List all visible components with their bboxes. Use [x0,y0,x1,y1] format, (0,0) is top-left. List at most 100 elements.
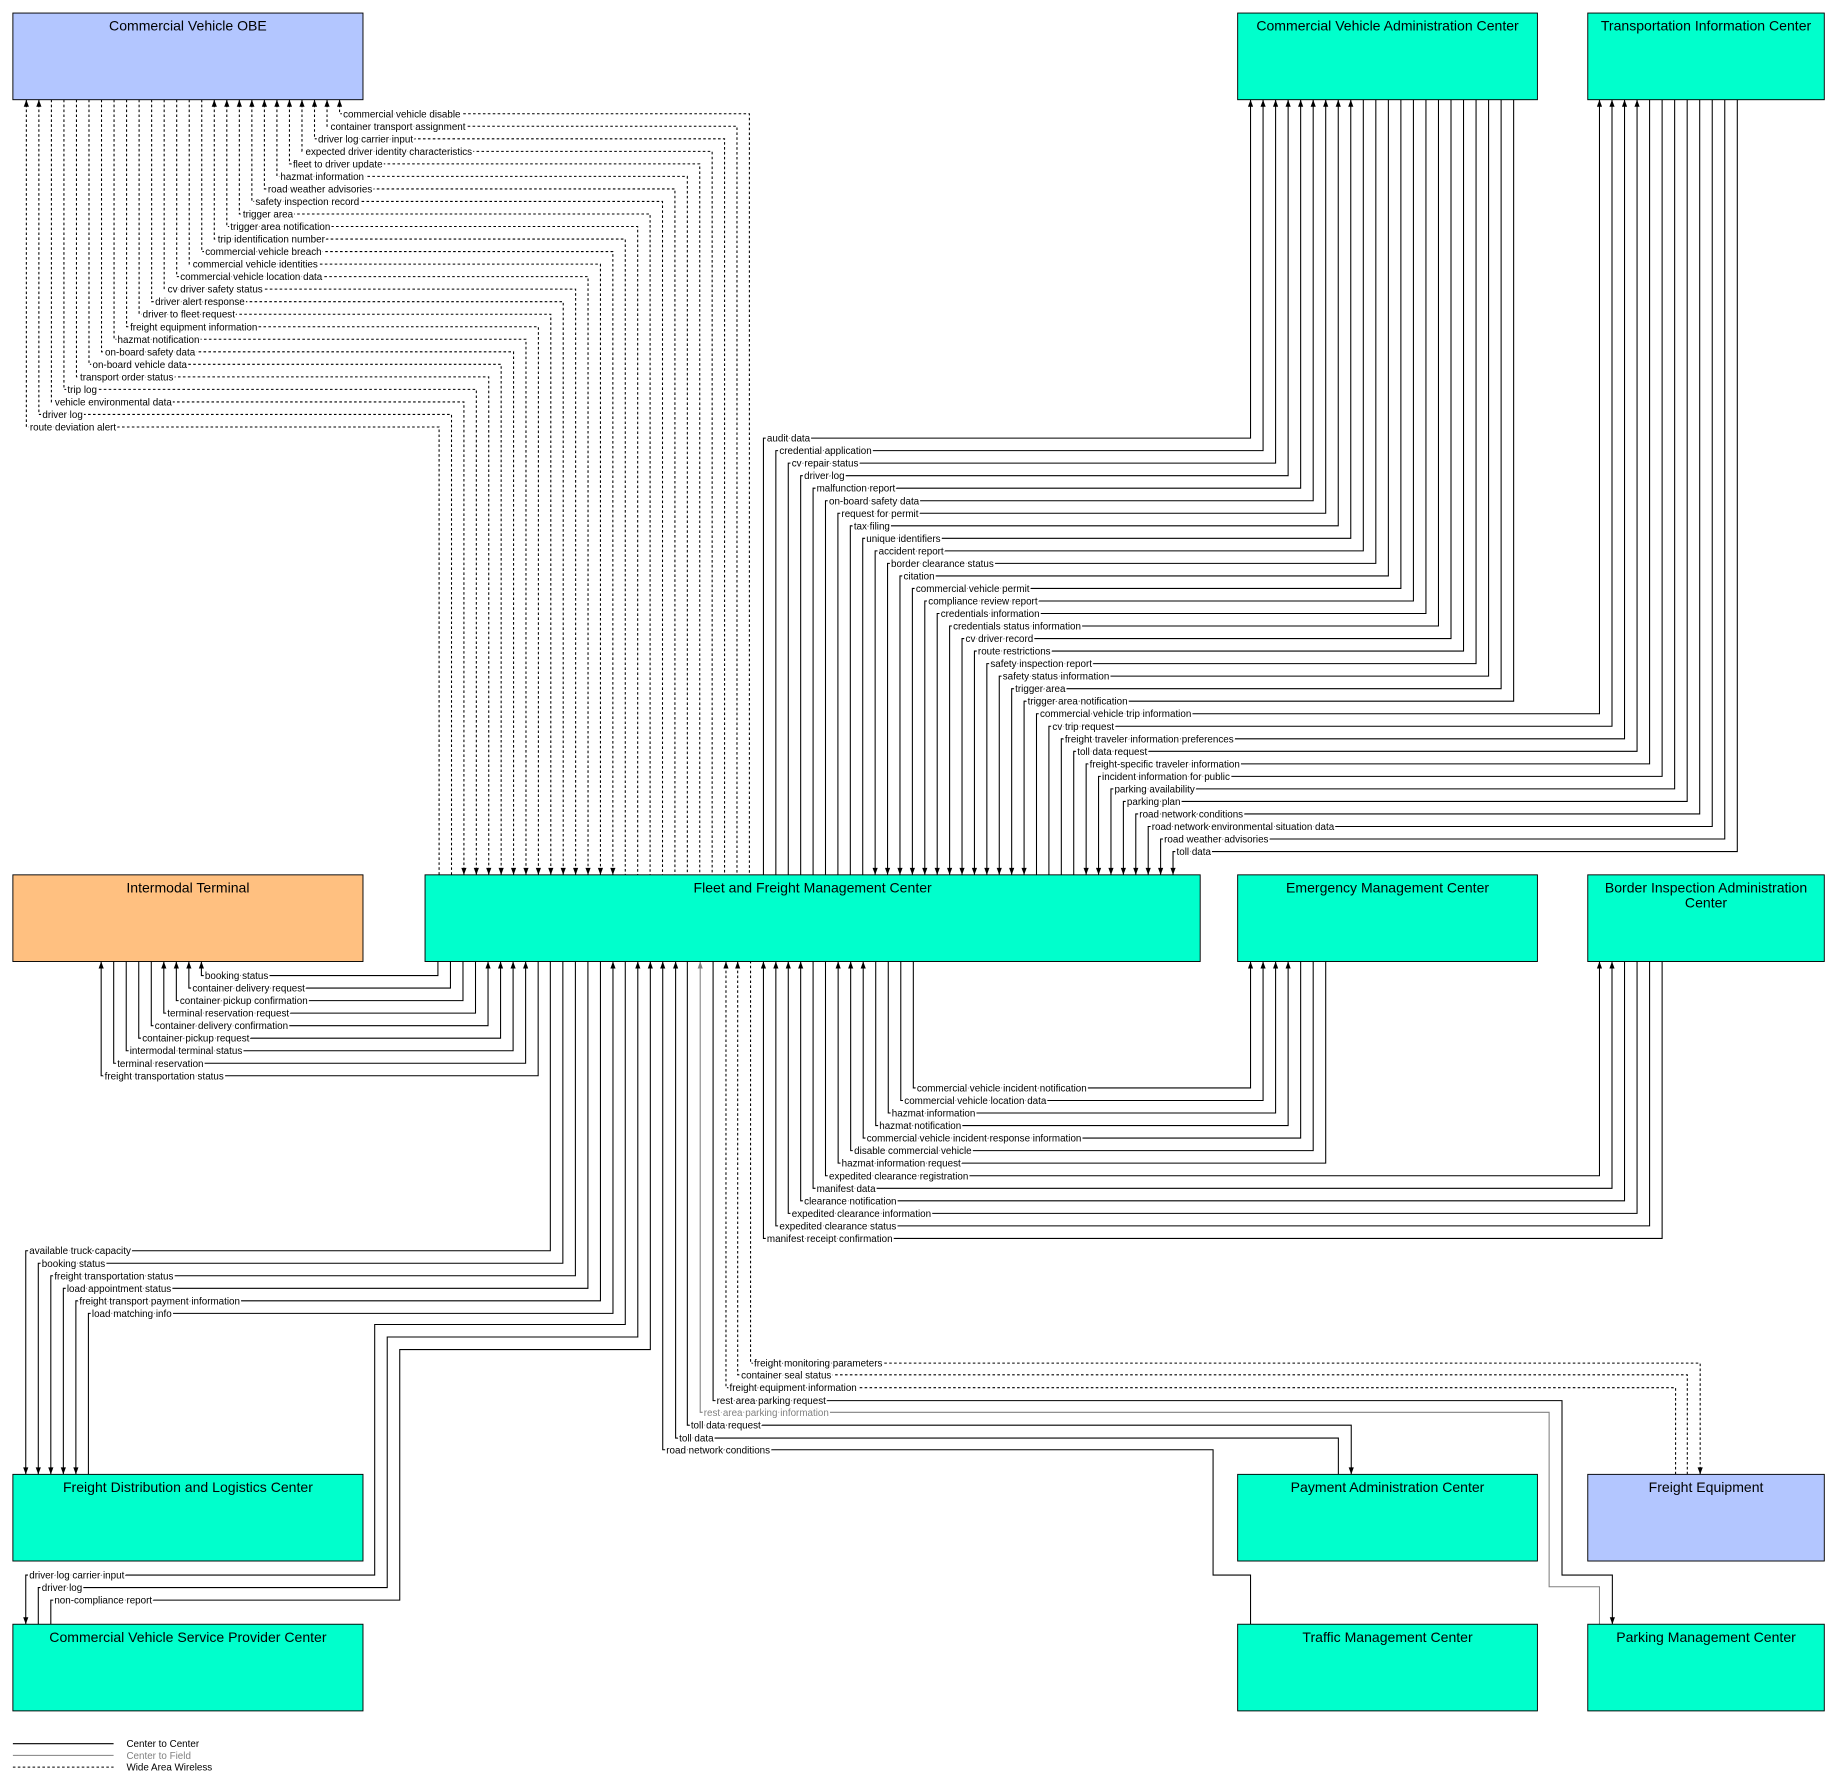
flow-label: incident information for public [1102,772,1230,783]
flow-line[interactable] [912,961,1252,1089]
flow-label: commercial vehicle incident response inf… [867,1134,1082,1145]
arrowhead-icon [1133,867,1139,875]
flow-label: parking availability [1114,784,1194,795]
flow-label: container delivery request [192,984,305,995]
arrowhead-icon [971,867,978,875]
flow-label: freight equipment information [729,1383,856,1394]
node-fdlc[interactable]: Freight Distribution and Logistics Cente… [12,1473,364,1562]
arrowhead-icon [1083,867,1089,875]
arrowhead-icon [1310,99,1316,107]
flow-line[interactable] [339,99,750,875]
flow-label: hazmat notification [118,335,200,346]
arrowhead-icon [573,867,579,875]
flow-label: load matching info [92,1309,172,1320]
flow-label: driver to fleet request [143,310,236,321]
flow-line[interactable] [176,99,589,875]
arrowhead-icon [673,961,679,969]
arrowhead-icon [523,867,529,875]
arrowhead-icon [23,1467,29,1475]
arrowhead-icon [1609,961,1615,969]
arrowhead-icon [98,961,104,969]
arrowhead-icon [798,961,804,969]
arrowhead-icon [60,1467,66,1475]
flow-line[interactable] [25,99,440,875]
flow-line[interactable] [126,99,539,875]
arrowhead-icon [497,961,504,969]
flow-line[interactable] [113,99,527,875]
arrowhead-icon [173,961,179,969]
arrowhead-icon [909,867,915,875]
flow-label: rest area parking information [704,1408,829,1419]
flow-label: driver log [42,1583,82,1594]
flow-label: container transport assignment [331,122,466,133]
arrowhead-icon [1170,867,1176,875]
flow-label: trigger area [243,209,294,220]
architecture-diagram: Commercial Vehicle OBE Commercial Vehicle… [0,0,1836,1786]
arrowhead-icon [224,99,230,107]
flow-line[interactable] [900,961,1264,1102]
flow-label: toll data request [691,1421,761,1432]
arrowhead-icon [274,99,280,107]
node-tmc[interactable]: Traffic Management Center [1237,1623,1538,1712]
flow-label: road network environmental situation dat… [1152,822,1335,833]
flow-label: cv driver safety status [168,285,263,296]
flow-label: freight transport payment information [79,1296,240,1307]
arrowhead-icon [1323,99,1329,107]
node-it[interactable]: Intermodal Terminal [12,874,364,962]
node-pac[interactable]: Payment Administration Center [1237,1473,1538,1562]
arrowhead-icon [36,99,42,107]
flow-label: fleet to driver update [293,159,383,170]
node-cvac[interactable]: Commercial Vehicle Administration Center [1237,12,1538,101]
flow-line[interactable] [100,99,515,875]
node-ffmc[interactable]: Fleet and Freight Management Center [424,874,1201,962]
flow-label: hazmat information [280,172,364,183]
flow-label: road network conditions [666,1445,770,1456]
arrowhead-icon [535,867,541,875]
flow-line[interactable] [837,99,1327,875]
arrowhead-icon [610,961,616,969]
flow-label: freight transportation status [54,1271,173,1282]
flow-label: container pickup request [142,1034,249,1045]
flow-line[interactable] [88,99,502,875]
flow-label: safety inspection report [990,659,1092,670]
arrowhead-icon [1108,867,1114,875]
flow-label: driver log [42,410,82,421]
node-pmc[interactable]: Parking Management Center [1587,1623,1825,1712]
arrowhead-icon [1021,867,1027,875]
node-biac[interactable]: Border Inspection Administration Center [1587,874,1825,962]
arrowhead-icon [299,99,305,107]
flow-line[interactable] [824,99,1314,875]
flow-line[interactable] [998,99,1490,875]
arrowhead-icon [1298,99,1304,107]
node-title: Intermodal Terminal [126,879,250,896]
arrowhead-icon [947,867,953,875]
flow-line[interactable] [138,99,552,875]
flow-line[interactable] [1011,99,1502,875]
flow-label: request for permit [841,509,918,520]
arrowhead-icon [1158,867,1164,875]
flow-line[interactable] [775,961,1651,1227]
node-fe[interactable]: Freight Equipment [1587,1473,1825,1562]
flow-line[interactable] [1172,99,1738,875]
node-title: Fleet and Freight Management Center [693,879,932,896]
flow-label: on-board safety data [105,347,196,358]
arrowhead-icon [324,99,330,107]
arrowhead-icon [735,961,741,969]
node-cvspc[interactable]: Commercial Vehicle Service Provider Cent… [12,1623,364,1712]
arrowhead-icon [1609,1617,1615,1625]
flow-line[interactable] [301,99,713,875]
node-cvobe[interactable]: Commercial Vehicle OBE [12,12,364,101]
flow-label: freight-specific traveler information [1090,759,1240,770]
flow-line[interactable] [163,99,577,875]
flow-line[interactable] [326,99,738,875]
node-tic[interactable]: Transportation Information Center [1587,12,1825,101]
flow-line[interactable] [313,99,726,875]
node-title: Traffic Management Center [1302,1628,1473,1646]
node-emc[interactable]: Emergency Management Center [1237,874,1538,962]
arrowhead-icon [860,961,866,969]
arrowhead-icon [1273,961,1279,969]
flow-line[interactable] [151,99,564,875]
node-title: Commercial Vehicle OBE [109,17,267,35]
flow-line[interactable] [1160,99,1726,875]
arrowhead-icon [610,867,616,875]
